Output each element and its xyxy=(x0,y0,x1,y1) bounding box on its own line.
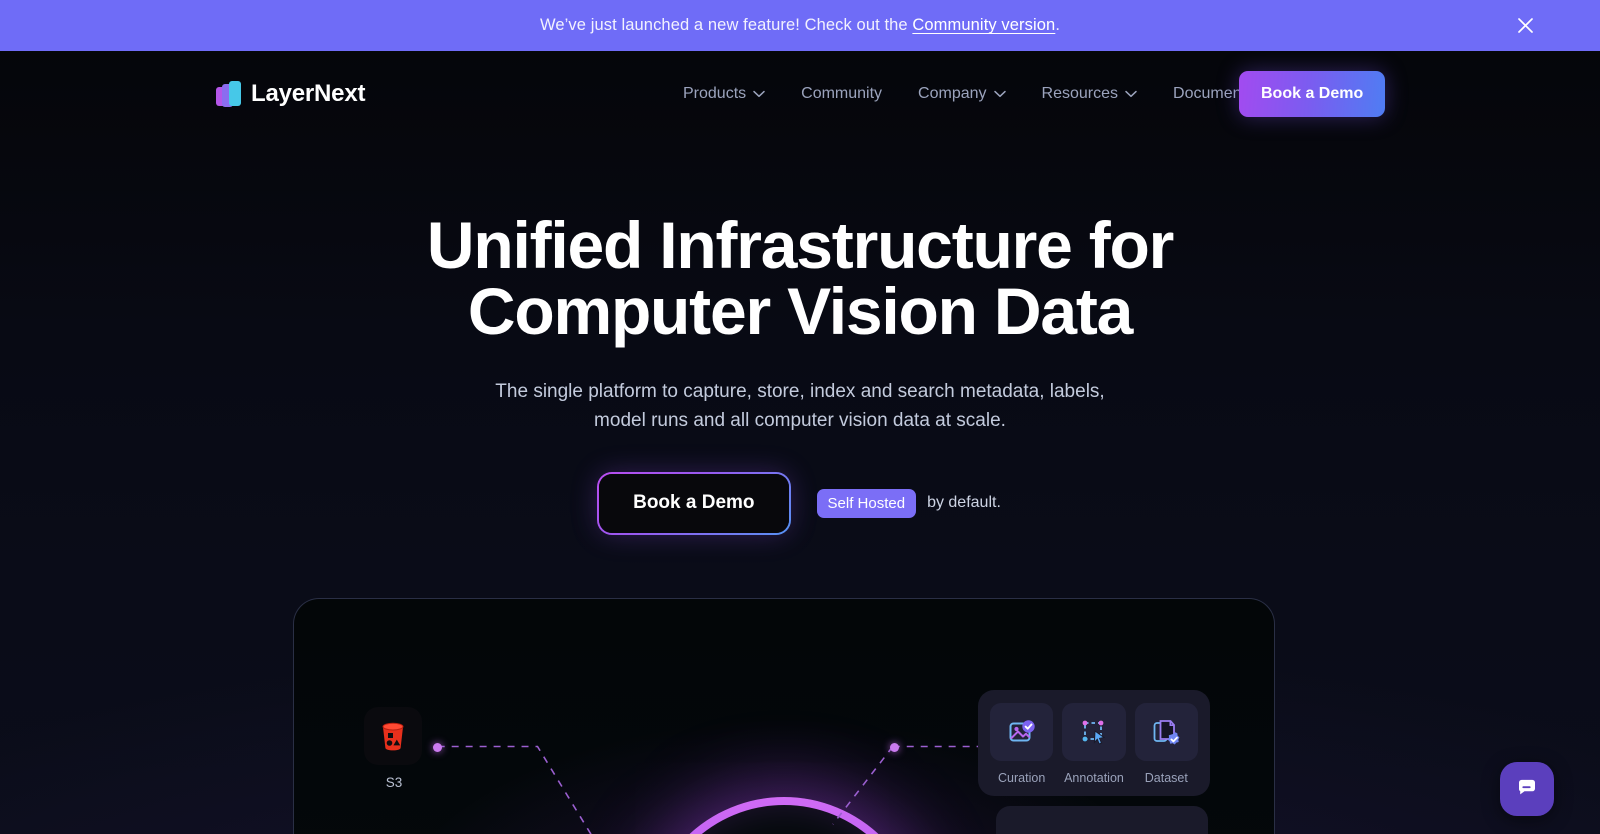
nav-item-products[interactable]: Products xyxy=(683,79,765,109)
main-navigation: LayerNext Products Community Company Res… xyxy=(0,51,1600,137)
nav-book-a-demo-button[interactable]: Book a Demo xyxy=(1239,71,1386,117)
chevron-down-icon xyxy=(1125,85,1137,103)
hero-title-line-1: Unified Infrastructure for xyxy=(426,208,1174,282)
tagline-text: by default. xyxy=(927,494,1001,512)
tool-annotation[interactable]: Annotation xyxy=(1062,703,1126,785)
chat-widget-button[interactable] xyxy=(1500,762,1554,816)
hero-subtitle-line-2: model runs and all computer vision data … xyxy=(594,410,1006,432)
nav-item-label: Company xyxy=(918,85,987,102)
tool-label: Curation xyxy=(998,771,1046,785)
hero-subtitle-line-1: The single platform to capture, store, i… xyxy=(495,381,1105,402)
tools-panel: Curation Annotation Dataset xyxy=(978,690,1210,796)
aws-s3-bucket-icon xyxy=(364,707,422,765)
hero-title-line-2: Computer Vision Data xyxy=(467,274,1133,348)
page-title: Unified Infrastructure for Computer Visi… xyxy=(0,212,1600,344)
nav-menu: Products Community Company Resources Doc… xyxy=(683,79,1281,109)
self-hosted-tagline: Self Hosted by default. xyxy=(816,488,1001,518)
logo-text: LayerNext xyxy=(251,80,366,107)
tool-dataset[interactable]: Dataset xyxy=(1134,703,1198,785)
hero-subtitle: The single platform to capture, store, i… xyxy=(0,377,1600,436)
banner-close-button[interactable] xyxy=(1513,14,1537,38)
tool-curation[interactable]: Curation xyxy=(990,703,1054,785)
nav-item-company[interactable]: Company xyxy=(918,79,1006,109)
illustration-card: S3 Curation Annotation Dataset xyxy=(293,598,1275,834)
layernext-logo-icon xyxy=(216,80,242,108)
close-icon xyxy=(1517,17,1534,34)
nav-item-community[interactable]: Community xyxy=(801,79,882,109)
hero-book-a-demo-button[interactable]: Book a Demo xyxy=(597,471,791,535)
nav-item-label: Community xyxy=(801,85,883,102)
nav-item-resources[interactable]: Resources xyxy=(1042,79,1137,109)
nav-item-label: Products xyxy=(683,85,747,102)
chevron-down-icon xyxy=(753,85,765,103)
hero-actions: Book a Demo Self Hosted by default. xyxy=(0,471,1600,535)
community-version-link[interactable]: Community version xyxy=(912,16,1055,34)
connector-dot-left xyxy=(433,743,442,752)
source-node-label: S3 xyxy=(385,775,403,790)
chat-bubble-icon xyxy=(1514,774,1540,805)
tool-label: Dataset xyxy=(1144,771,1188,785)
tool-label: Annotation xyxy=(1064,771,1124,785)
nav-item-label: Resources xyxy=(1041,85,1119,102)
page-root: We’ve just launched a new feature! Check… xyxy=(0,0,1600,834)
hero-section: Unified Infrastructure for Computer Visi… xyxy=(0,212,1600,535)
source-node-s3[interactable]: S3 xyxy=(364,707,424,790)
announcement-text-after: . xyxy=(1055,16,1060,34)
announcement-banner: We’ve just launched a new feature! Check… xyxy=(0,0,1600,51)
announcement-text: We’ve just launched a new feature! Check… xyxy=(540,16,1060,35)
connector-dot-right xyxy=(890,743,899,752)
announcement-text-before: We’ve just launched a new feature! Check… xyxy=(539,16,913,34)
bounding-box-cursor-icon xyxy=(1062,703,1126,761)
document-verified-icon xyxy=(1134,703,1198,761)
logo[interactable]: LayerNext xyxy=(216,80,365,108)
chevron-down-icon xyxy=(993,85,1006,103)
secondary-panel xyxy=(996,806,1208,834)
image-check-icon xyxy=(990,703,1054,761)
status-badge: Self Hosted xyxy=(816,488,917,518)
